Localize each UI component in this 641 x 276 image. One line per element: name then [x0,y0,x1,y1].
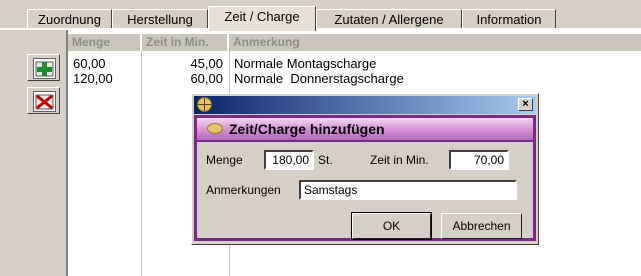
tab-information[interactable]: Information [462,9,556,28]
dialog-header: Zeit/Charge hinzufügen [197,118,533,140]
bread-icon [207,123,223,134]
zeit-input[interactable] [449,150,509,170]
dialog-titlebar[interactable]: × [194,96,536,114]
cell-menge: 120,00 [73,71,113,86]
column-header-anmerkung[interactable]: Anmerkung [229,34,641,51]
side-toolbar [0,30,66,276]
table-row[interactable]: 60,00 45,00 Normale Montagscharge [68,56,641,71]
dialog-title: Zeit/Charge hinzufügen [229,121,385,137]
column-header-zeit[interactable]: Zeit in Min. [142,34,229,51]
delete-row-icon [33,91,56,112]
add-row-icon [33,58,56,79]
cell-anmerkung: Normale Donnerstagscharge [234,71,404,86]
menge-unit: St. [318,153,333,167]
delete-row-button[interactable] [27,87,60,114]
close-button[interactable]: × [518,98,533,111]
ok-button[interactable]: OK [351,212,432,240]
anmerkungen-label: Anmerkungen [206,183,281,197]
cell-menge: 60,00 [73,56,106,71]
cancel-button[interactable]: Abbrechen [441,213,522,239]
tab-zeit-charge[interactable]: Zeit / Charge [208,6,316,31]
tab-strip: Zuordnung Herstellung Zeit / Charge Zuta… [0,0,641,31]
dialog-content: Zeit/Charge hinzufügen Menge St. Zeit in… [194,115,536,241]
menge-label: Menge [206,153,243,167]
add-row-button[interactable] [27,54,60,81]
menge-input[interactable] [264,150,314,170]
tab-zuordnung[interactable]: Zuordnung [27,9,112,28]
cell-zeit: 60,00 [190,71,223,86]
cell-zeit: 45,00 [190,56,223,71]
header-divider [197,140,533,142]
grid-header: Menge Zeit in Min. Anmerkung [68,34,641,51]
tab-herstellung[interactable]: Herstellung [112,9,208,28]
table-row[interactable]: 120,00 60,00 Normale Donnerstagscharge [68,71,641,86]
column-header-menge[interactable]: Menge [68,34,142,51]
app-icon [197,97,212,112]
anmerkungen-input[interactable] [299,180,517,200]
cell-anmerkung: Normale Montagscharge [234,56,377,71]
zeit-label: Zeit in Min. [370,153,429,167]
tab-zutaten-allergene[interactable]: Zutaten / Allergene [316,9,462,28]
add-charge-dialog: × Zeit/Charge hinzufügen Menge St. Zeit … [191,93,539,245]
